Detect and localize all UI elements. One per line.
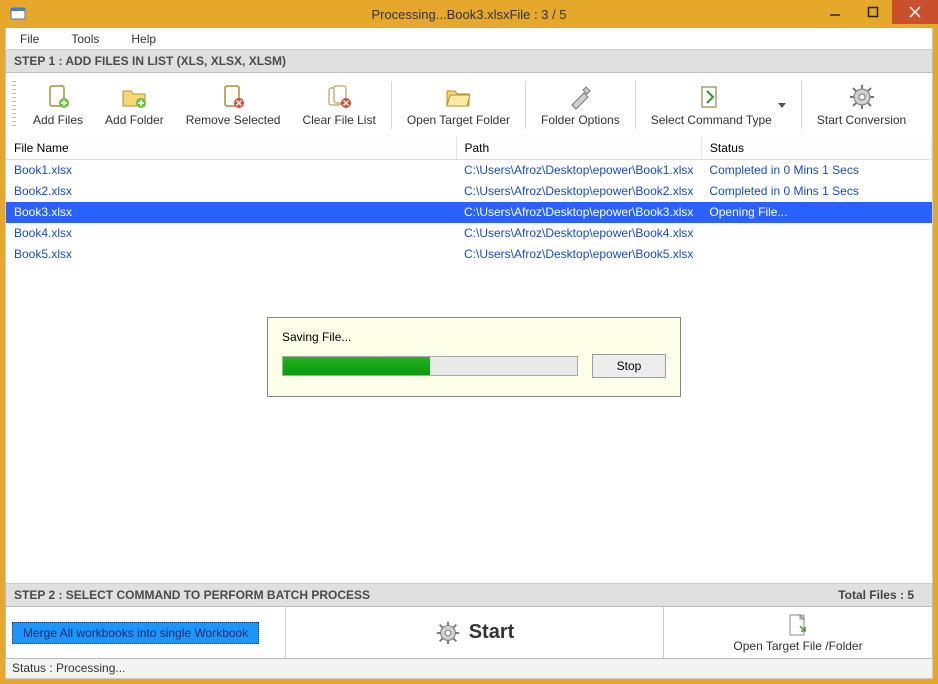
cell-name: Book5.xlsx: [6, 244, 456, 265]
cell-status: [701, 244, 931, 265]
table-row[interactable]: Book1.xlsxC:\Users\Afroz\Desktop\epower\…: [6, 160, 932, 181]
cell-path: C:\Users\Afroz\Desktop\epower\Book4.xlsx: [456, 223, 701, 244]
open-target-file-button[interactable]: Open Target File /Folder: [664, 607, 932, 658]
progress-bar: [282, 356, 578, 376]
file-open-icon: [786, 613, 810, 637]
cell-path: C:\Users\Afroz\Desktop\epower\Book2.xlsx: [456, 181, 701, 202]
selected-command-cell[interactable]: Merge All workbooks into single Workbook: [6, 607, 286, 658]
folder-add-icon: [120, 83, 148, 111]
menu-tools[interactable]: Tools: [65, 29, 105, 49]
cell-path: C:\Users\Afroz\Desktop\epower\Book1.xlsx: [456, 160, 701, 181]
add-folder-button[interactable]: Add Folder: [94, 77, 175, 133]
menu-file[interactable]: File: [14, 29, 45, 49]
col-path[interactable]: Path: [456, 137, 701, 160]
gear-icon: [435, 620, 461, 646]
file-remove-icon: [219, 83, 247, 111]
file-add-icon: [44, 83, 72, 111]
menu-bar: File Tools Help: [5, 28, 933, 50]
remove-selected-button[interactable]: Remove Selected: [175, 77, 292, 133]
chevron-down-icon: [778, 103, 786, 108]
maximize-button[interactable]: [854, 0, 892, 24]
select-command-type-button[interactable]: Select Command Type: [640, 77, 797, 133]
command-row: Merge All workbooks into single Workbook…: [5, 607, 933, 659]
step2-header: STEP 2 : SELECT COMMAND TO PERFORM BATCH…: [5, 584, 933, 607]
open-target-folder-button[interactable]: Open Target Folder: [396, 77, 521, 133]
cell-name: Book4.xlsx: [6, 223, 456, 244]
toolbar-separator: [391, 81, 392, 129]
minimize-button[interactable]: [816, 0, 854, 24]
selected-command-label: Merge All workbooks into single Workbook: [12, 622, 259, 644]
clear-file-list-button[interactable]: Clear File List: [291, 77, 386, 133]
command-type-icon: [697, 83, 725, 111]
tools-icon: [566, 83, 594, 111]
table-row[interactable]: Book3.xlsxC:\Users\Afroz\Desktop\epower\…: [6, 202, 932, 223]
cell-status: [701, 223, 931, 244]
progress-label: Saving File...: [282, 330, 666, 344]
toolbar-separator: [525, 81, 526, 129]
cell-path: C:\Users\Afroz\Desktop\epower\Book5.xlsx: [456, 244, 701, 265]
title-bar: Processing...Book3.xlsxFile : 3 / 5: [0, 0, 938, 28]
table-row[interactable]: Book4.xlsxC:\Users\Afroz\Desktop\epower\…: [6, 223, 932, 244]
start-conversion-button[interactable]: Start Conversion: [806, 77, 917, 133]
toolbar: Add Files Add Folder Remove Selected Cle…: [5, 73, 933, 137]
start-button[interactable]: Start: [286, 607, 664, 658]
cell-status: Opening File...: [701, 202, 931, 223]
total-files-label: Total Files : 5: [838, 588, 924, 602]
folder-options-button[interactable]: Folder Options: [530, 77, 631, 133]
close-button[interactable]: [892, 0, 938, 24]
toolbar-separator: [801, 81, 802, 129]
status-bar: Status : Processing...: [5, 659, 933, 679]
start-label: Start: [469, 621, 515, 644]
progress-dialog: Saving File... Stop: [267, 317, 681, 397]
cell-name: Book3.xlsx: [6, 202, 456, 223]
files-clear-icon: [325, 83, 353, 111]
stop-button[interactable]: Stop: [592, 354, 666, 378]
col-status[interactable]: Status: [701, 137, 931, 160]
cell-name: Book2.xlsx: [6, 181, 456, 202]
gear-icon: [848, 83, 876, 111]
window-title: Processing...Book3.xlsxFile : 3 / 5: [371, 7, 566, 22]
table-row[interactable]: Book2.xlsxC:\Users\Afroz\Desktop\epower\…: [6, 181, 932, 202]
folder-open-icon: [444, 83, 472, 111]
step1-header: STEP 1 : ADD FILES IN LIST (XLS, XLSX, X…: [5, 50, 933, 73]
toolbar-separator: [635, 81, 636, 129]
open-target-label: Open Target File /Folder: [733, 639, 862, 653]
cell-path: C:\Users\Afroz\Desktop\epower\Book3.xlsx: [456, 202, 701, 223]
cell-name: Book1.xlsx: [6, 160, 456, 181]
table-row[interactable]: Book5.xlsxC:\Users\Afroz\Desktop\epower\…: [6, 244, 932, 265]
menu-help[interactable]: Help: [125, 29, 162, 49]
col-file-name[interactable]: File Name: [6, 137, 456, 160]
app-icon: [10, 6, 26, 22]
cell-status: Completed in 0 Mins 1 Secs: [701, 181, 931, 202]
add-files-button[interactable]: Add Files: [22, 77, 94, 133]
cell-status: Completed in 0 Mins 1 Secs: [701, 160, 931, 181]
